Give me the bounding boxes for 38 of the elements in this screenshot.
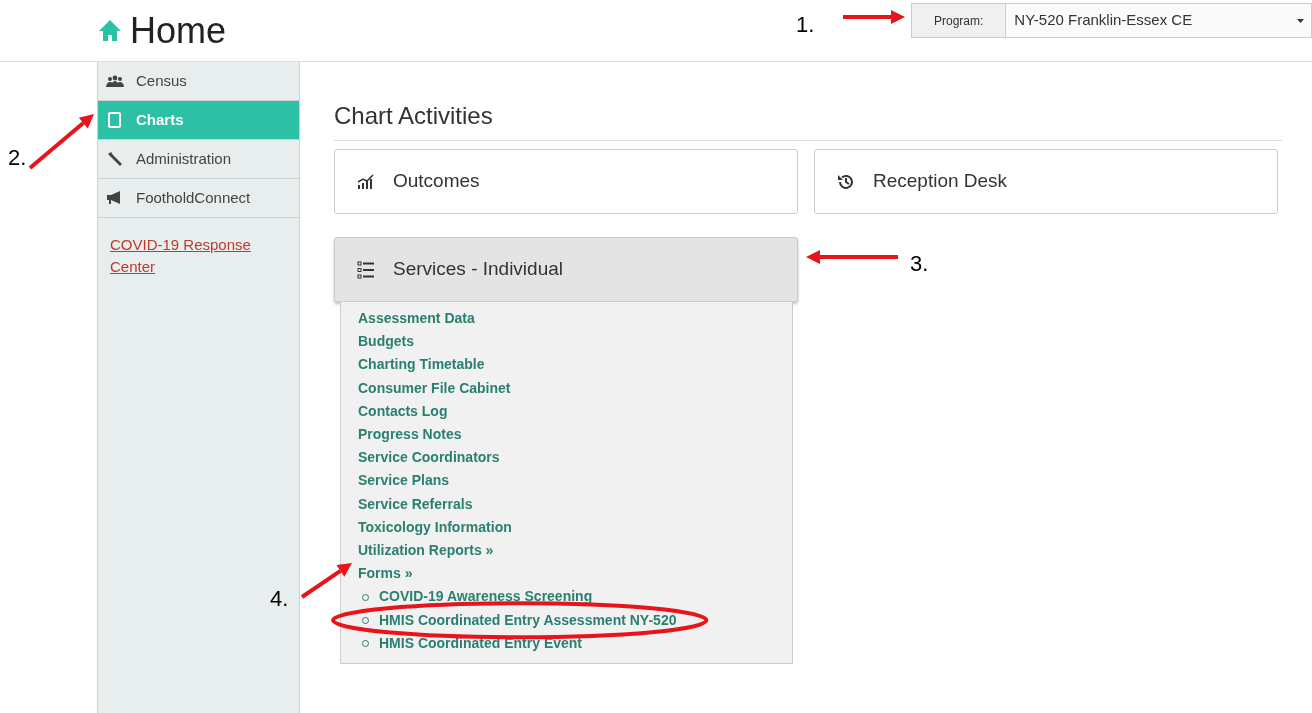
menu-link[interactable]: Service Referrals [358, 492, 792, 516]
caret-icon [1291, 4, 1311, 37]
menu-link[interactable]: Consumer File Cabinet [358, 376, 792, 400]
clipboard-icon [106, 112, 124, 128]
people-icon [106, 73, 124, 89]
history-icon [837, 172, 855, 191]
sidebar-item[interactable]: Charts [98, 101, 299, 140]
activity-tile[interactable]: Outcomes [334, 149, 798, 214]
activity-tile[interactable]: Reception Desk [814, 149, 1278, 214]
sidebar-item[interactable]: Administration [98, 140, 299, 179]
form-link[interactable]: COVID-19 Awareness Screening [379, 585, 593, 609]
bar-chart-icon [357, 173, 375, 190]
menu-link[interactable]: Forms » [358, 562, 792, 586]
arrow [28, 114, 94, 170]
panel-header[interactable]: Services - Individual [334, 237, 798, 302]
annotation-label: 1. [796, 11, 815, 39]
section-heading: Chart Activities [334, 98, 1282, 141]
annotation-label: 2. [8, 144, 27, 172]
menu-link[interactable]: Toxicology Information [358, 515, 792, 540]
sidebar-item[interactable]: FootholdConnect [98, 179, 299, 218]
arrow [843, 10, 905, 24]
menu-link[interactable]: Budgets [358, 330, 792, 354]
menu-link[interactable]: Contacts Log [358, 399, 792, 423]
menu-link[interactable]: Progress Notes [358, 423, 792, 447]
annotation-label: 3. [910, 250, 929, 278]
list-icon [357, 260, 375, 279]
form-link[interactable]: HMIS Coordinated Entry Assessment NY-520 [379, 608, 677, 632]
menu-link[interactable]: Charting Timetable [358, 353, 792, 377]
menu-link[interactable]: Service Plans [358, 469, 792, 493]
annotation-label: 4. [270, 585, 289, 613]
covid-link[interactable]: COVID-19 Response Center [110, 234, 287, 278]
menu-link[interactable]: Assessment Data [358, 307, 792, 331]
program-select[interactable]: Program: NY-520 Franklin-Essex CE [911, 3, 1312, 38]
home-icon [98, 18, 122, 43]
arrow [300, 563, 352, 599]
menu-link[interactable]: Utilization Reports » [358, 539, 792, 563]
page-title: Home [130, 12, 227, 49]
menu-link[interactable]: Service Coordinators [358, 446, 792, 470]
